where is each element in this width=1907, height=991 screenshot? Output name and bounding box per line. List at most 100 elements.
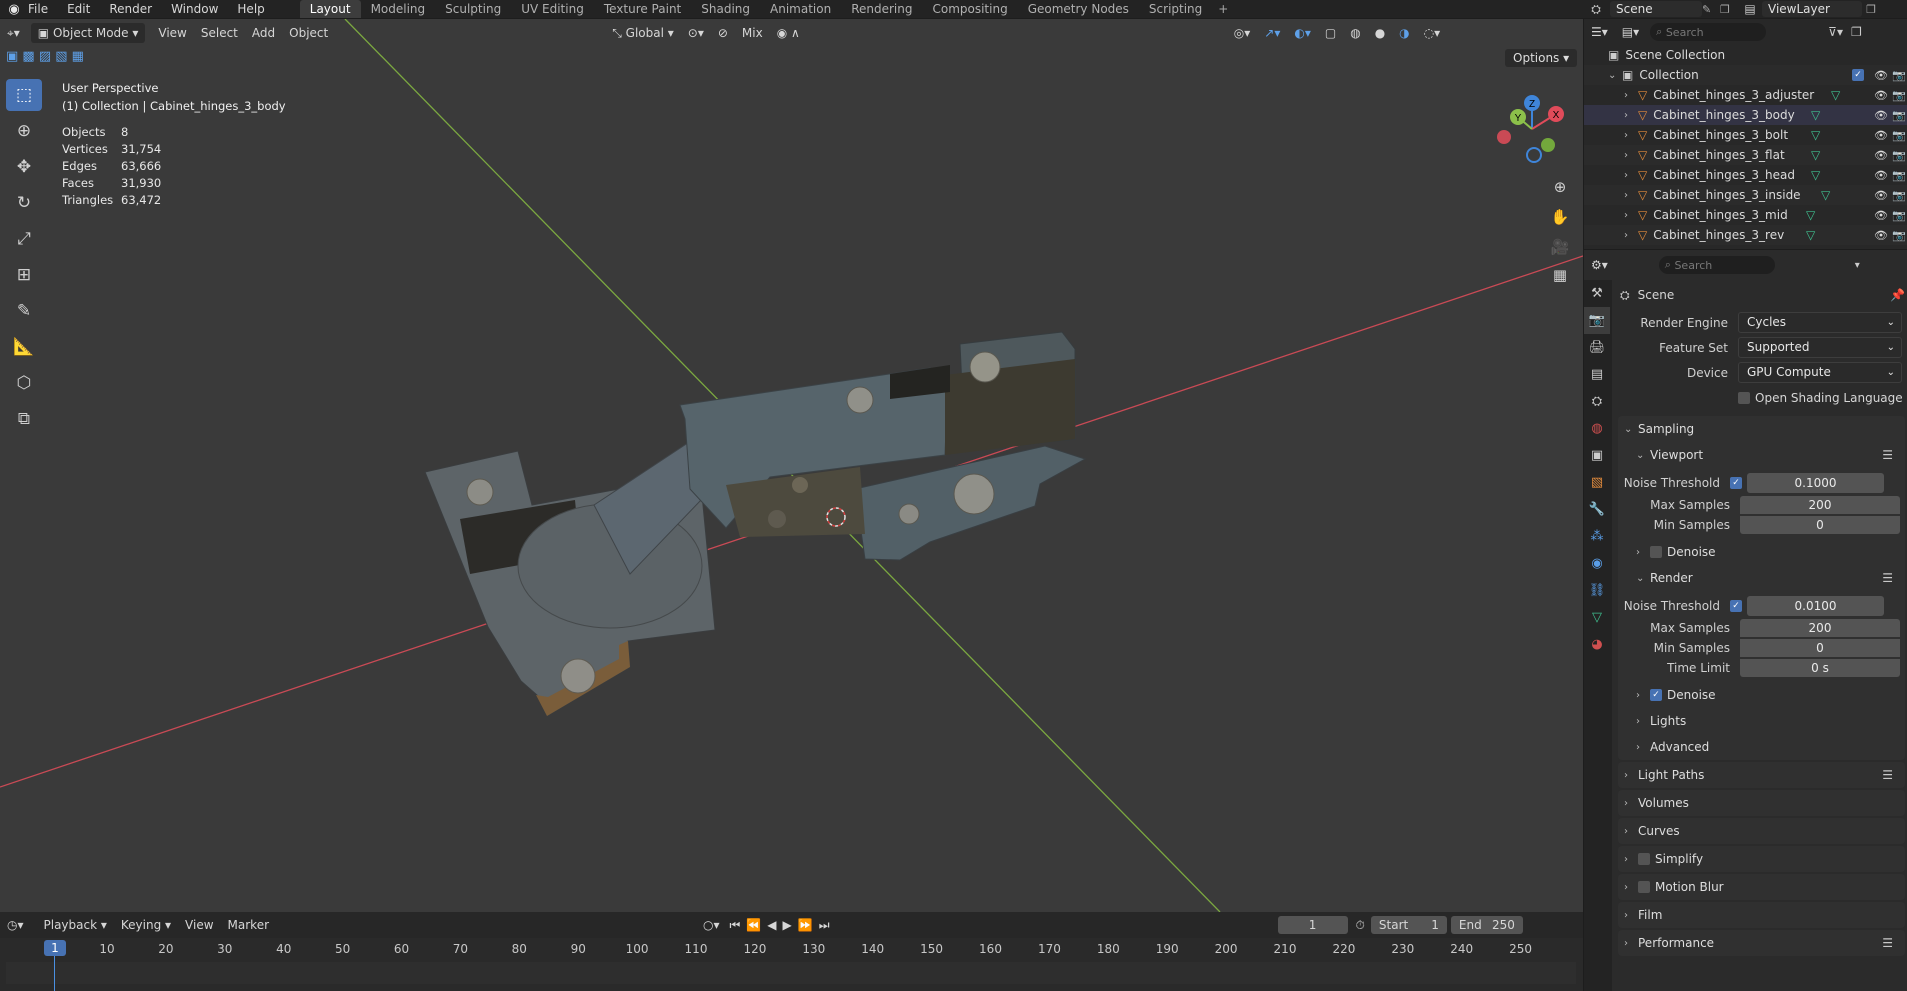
view-layer-selector[interactable]: ViewLayer <box>1762 1 1862 17</box>
menu-help[interactable]: Help <box>237 2 264 16</box>
tab-scripting[interactable]: Scripting <box>1139 0 1212 18</box>
shading-material-icon[interactable]: ◑ <box>1392 23 1416 43</box>
mesh-data-icon[interactable]: ▽ <box>1811 108 1820 122</box>
filter-icon[interactable]: ⊽▾ <box>1828 25 1843 39</box>
expand-icon[interactable]: › <box>1624 90 1638 101</box>
physics-tab-icon[interactable]: ◉ <box>1584 550 1610 577</box>
rotate-tool-icon[interactable]: ↻ <box>6 187 42 219</box>
outliner-object-row[interactable]: › ▽ Cabinet_hinges_3_adjuster ▽ 👁 📷 <box>1584 85 1907 105</box>
exclude-checkbox[interactable]: ✓ <box>1852 69 1864 81</box>
timeline-editor-icon[interactable]: ◷▾ <box>0 915 31 935</box>
presets-list-icon[interactable]: ☰ <box>1882 448 1893 462</box>
end-frame-field[interactable]: End 250 <box>1450 916 1523 934</box>
xray-icon[interactable]: ▢ <box>1318 23 1343 43</box>
device-dropdown[interactable]: GPU Compute ⌄ <box>1738 362 1902 383</box>
expand-icon[interactable]: › <box>1624 230 1638 241</box>
film-header[interactable]: › Film <box>1618 902 1905 928</box>
mesh-data-icon[interactable]: ▽ <box>1811 168 1820 182</box>
feature-set-dropdown[interactable]: Supported ⌄ <box>1738 337 1902 358</box>
gizmo-neg-z-handle[interactable] <box>1526 147 1542 163</box>
visibility-icon[interactable]: ◎▾ <box>1227 23 1258 43</box>
output-tab-icon[interactable]: 🖨 <box>1584 334 1610 361</box>
motion-blur-checkbox[interactable]: ✓ <box>1638 881 1650 893</box>
properties-options-icon[interactable]: ▾ <box>1855 260 1860 271</box>
outliner-object-row[interactable]: › ▽ Cabinet_hinges_3_mid ▽ 👁 📷 <box>1584 205 1907 225</box>
annotate-tool-icon[interactable]: ✎ <box>6 295 42 327</box>
presets-list-icon[interactable]: ☰ <box>1882 936 1893 950</box>
select-box-tool-icon[interactable]: ⬚ <box>6 79 42 111</box>
play-reverse-icon[interactable]: ◀ <box>764 915 779 935</box>
menu-add[interactable]: Add <box>245 23 282 43</box>
current-frame-field[interactable]: 1 <box>1277 916 1348 934</box>
tool-tab-icon[interactable]: ⚒ <box>1584 280 1610 307</box>
scene-icon[interactable]: ⛭ <box>1582 2 1610 17</box>
play-icon[interactable]: ▶ <box>780 915 795 935</box>
constraints-tab-icon[interactable]: ⛓ <box>1584 577 1610 604</box>
advanced-subpanel-header[interactable]: › Advanced <box>1618 734 1905 760</box>
time-limit-field[interactable]: 0 s <box>1740 659 1900 677</box>
pin-icon[interactable]: 📌 <box>1890 288 1905 302</box>
shading-wireframe-icon[interactable]: ◍ <box>1343 23 1367 43</box>
new-collection-icon[interactable]: ❐ <box>1851 25 1862 39</box>
measure-tool-icon[interactable]: 📐 <box>6 331 42 363</box>
tab-animation[interactable]: Animation <box>760 0 841 18</box>
viewport-noise-checkbox[interactable]: ✓ <box>1730 476 1742 489</box>
mesh-data-icon[interactable]: ▽ <box>1806 228 1815 242</box>
tab-geometry-nodes[interactable]: Geometry Nodes <box>1018 0 1139 18</box>
presets-list-icon[interactable]: ☰ <box>1882 768 1893 782</box>
3d-viewport[interactable]: ⌖▾ ▣ Object Mode ▾ View Select Add Objec… <box>0 19 1583 912</box>
options-button[interactable]: Options ▾ <box>1505 49 1578 67</box>
zoom-icon[interactable]: ⊕ <box>1548 175 1572 199</box>
start-frame-field[interactable]: Start 1 <box>1370 916 1447 934</box>
render-camera-icon[interactable]: 📷 <box>1892 69 1906 82</box>
view-layer-tab-icon[interactable]: ▤ <box>1584 361 1610 388</box>
simplify-header[interactable]: › ✓ Simplify <box>1618 846 1905 872</box>
render-engine-dropdown[interactable]: Cycles ⌄ <box>1738 312 1902 333</box>
expand-icon[interactable]: › <box>1624 190 1638 201</box>
presets-list-icon[interactable]: ☰ <box>1882 571 1893 585</box>
mesh-data-icon[interactable]: ▽ <box>1811 148 1820 162</box>
frame-ruler[interactable]: 1102030405060708090100110120130140150160… <box>0 938 1583 960</box>
menu-playback[interactable]: Playback ▾ <box>37 915 114 935</box>
view-layer-icon[interactable]: ▤ <box>1738 2 1762 16</box>
viewport-max-samples-field[interactable]: 200 <box>1740 496 1900 514</box>
visibility-eye-icon[interactable]: 👁 <box>1874 209 1888 222</box>
light-paths-header[interactable]: › Light Paths ☰ <box>1618 762 1905 788</box>
navigation-gizmo[interactable]: Z X Y <box>1492 89 1572 169</box>
visibility-eye-icon[interactable]: 👁 <box>1874 189 1888 202</box>
playhead-frame-label[interactable]: 1 <box>44 940 66 956</box>
mesh-data-icon[interactable]: ▽ <box>1821 188 1830 202</box>
expand-icon[interactable]: › <box>1624 110 1638 121</box>
visibility-eye-icon[interactable]: 👁 <box>1874 169 1888 182</box>
stopwatch-icon[interactable]: ⏱ <box>1356 918 1365 933</box>
collection-row[interactable]: ⌄ ▣ Collection ✓ 👁 📷 <box>1584 65 1907 85</box>
display-mode-icon[interactable]: ▤▾ <box>1615 22 1646 42</box>
outliner-object-row[interactable]: › ▽ Cabinet_hinges_3_rev ▽ 👁 📷 <box>1584 225 1907 245</box>
menu-keying[interactable]: Keying ▾ <box>114 915 178 935</box>
new-scene-icon[interactable]: ❐ <box>1720 3 1738 16</box>
render-camera-icon[interactable]: 📷 <box>1892 129 1906 142</box>
visibility-eye-icon[interactable]: 👁 <box>1874 69 1888 82</box>
visibility-eye-icon[interactable]: 👁 <box>1874 109 1888 122</box>
expand-icon[interactable]: › <box>1624 170 1638 181</box>
move-tool-icon[interactable]: ✥ <box>6 151 42 183</box>
visibility-eye-icon[interactable]: 👁 <box>1874 149 1888 162</box>
performance-header[interactable]: › Performance ☰ <box>1618 930 1905 956</box>
viewport-denoise-checkbox[interactable]: ✓ <box>1650 546 1662 558</box>
add-workspace-icon[interactable]: + <box>1212 0 1234 18</box>
properties-search[interactable]: ⌕ Search <box>1658 256 1775 274</box>
transform-orientation[interactable]: ⤡ Global ▾ <box>605 23 681 43</box>
perspective-toggle-icon[interactable]: ▦ <box>1548 263 1572 287</box>
render-max-samples-field[interactable]: 200 <box>1740 619 1900 637</box>
render-noise-field[interactable]: 0.0100 <box>1747 595 1884 616</box>
tab-modeling[interactable]: Modeling <box>361 0 436 18</box>
render-camera-icon[interactable]: 📷 <box>1892 149 1906 162</box>
outliner-editor-icon[interactable]: ☰▾ <box>1584 22 1615 42</box>
blender-logo-icon[interactable]: ◉ <box>0 2 28 17</box>
mode-selector[interactable]: ▣ Object Mode ▾ <box>30 23 146 43</box>
tab-uv-editing[interactable]: UV Editing <box>511 0 594 18</box>
menu-view[interactable]: View <box>151 23 193 43</box>
snap-icon[interactable]: ⊘ <box>711 23 735 43</box>
menu-marker[interactable]: Marker <box>221 915 276 935</box>
menu-select[interactable]: Select <box>194 23 245 43</box>
